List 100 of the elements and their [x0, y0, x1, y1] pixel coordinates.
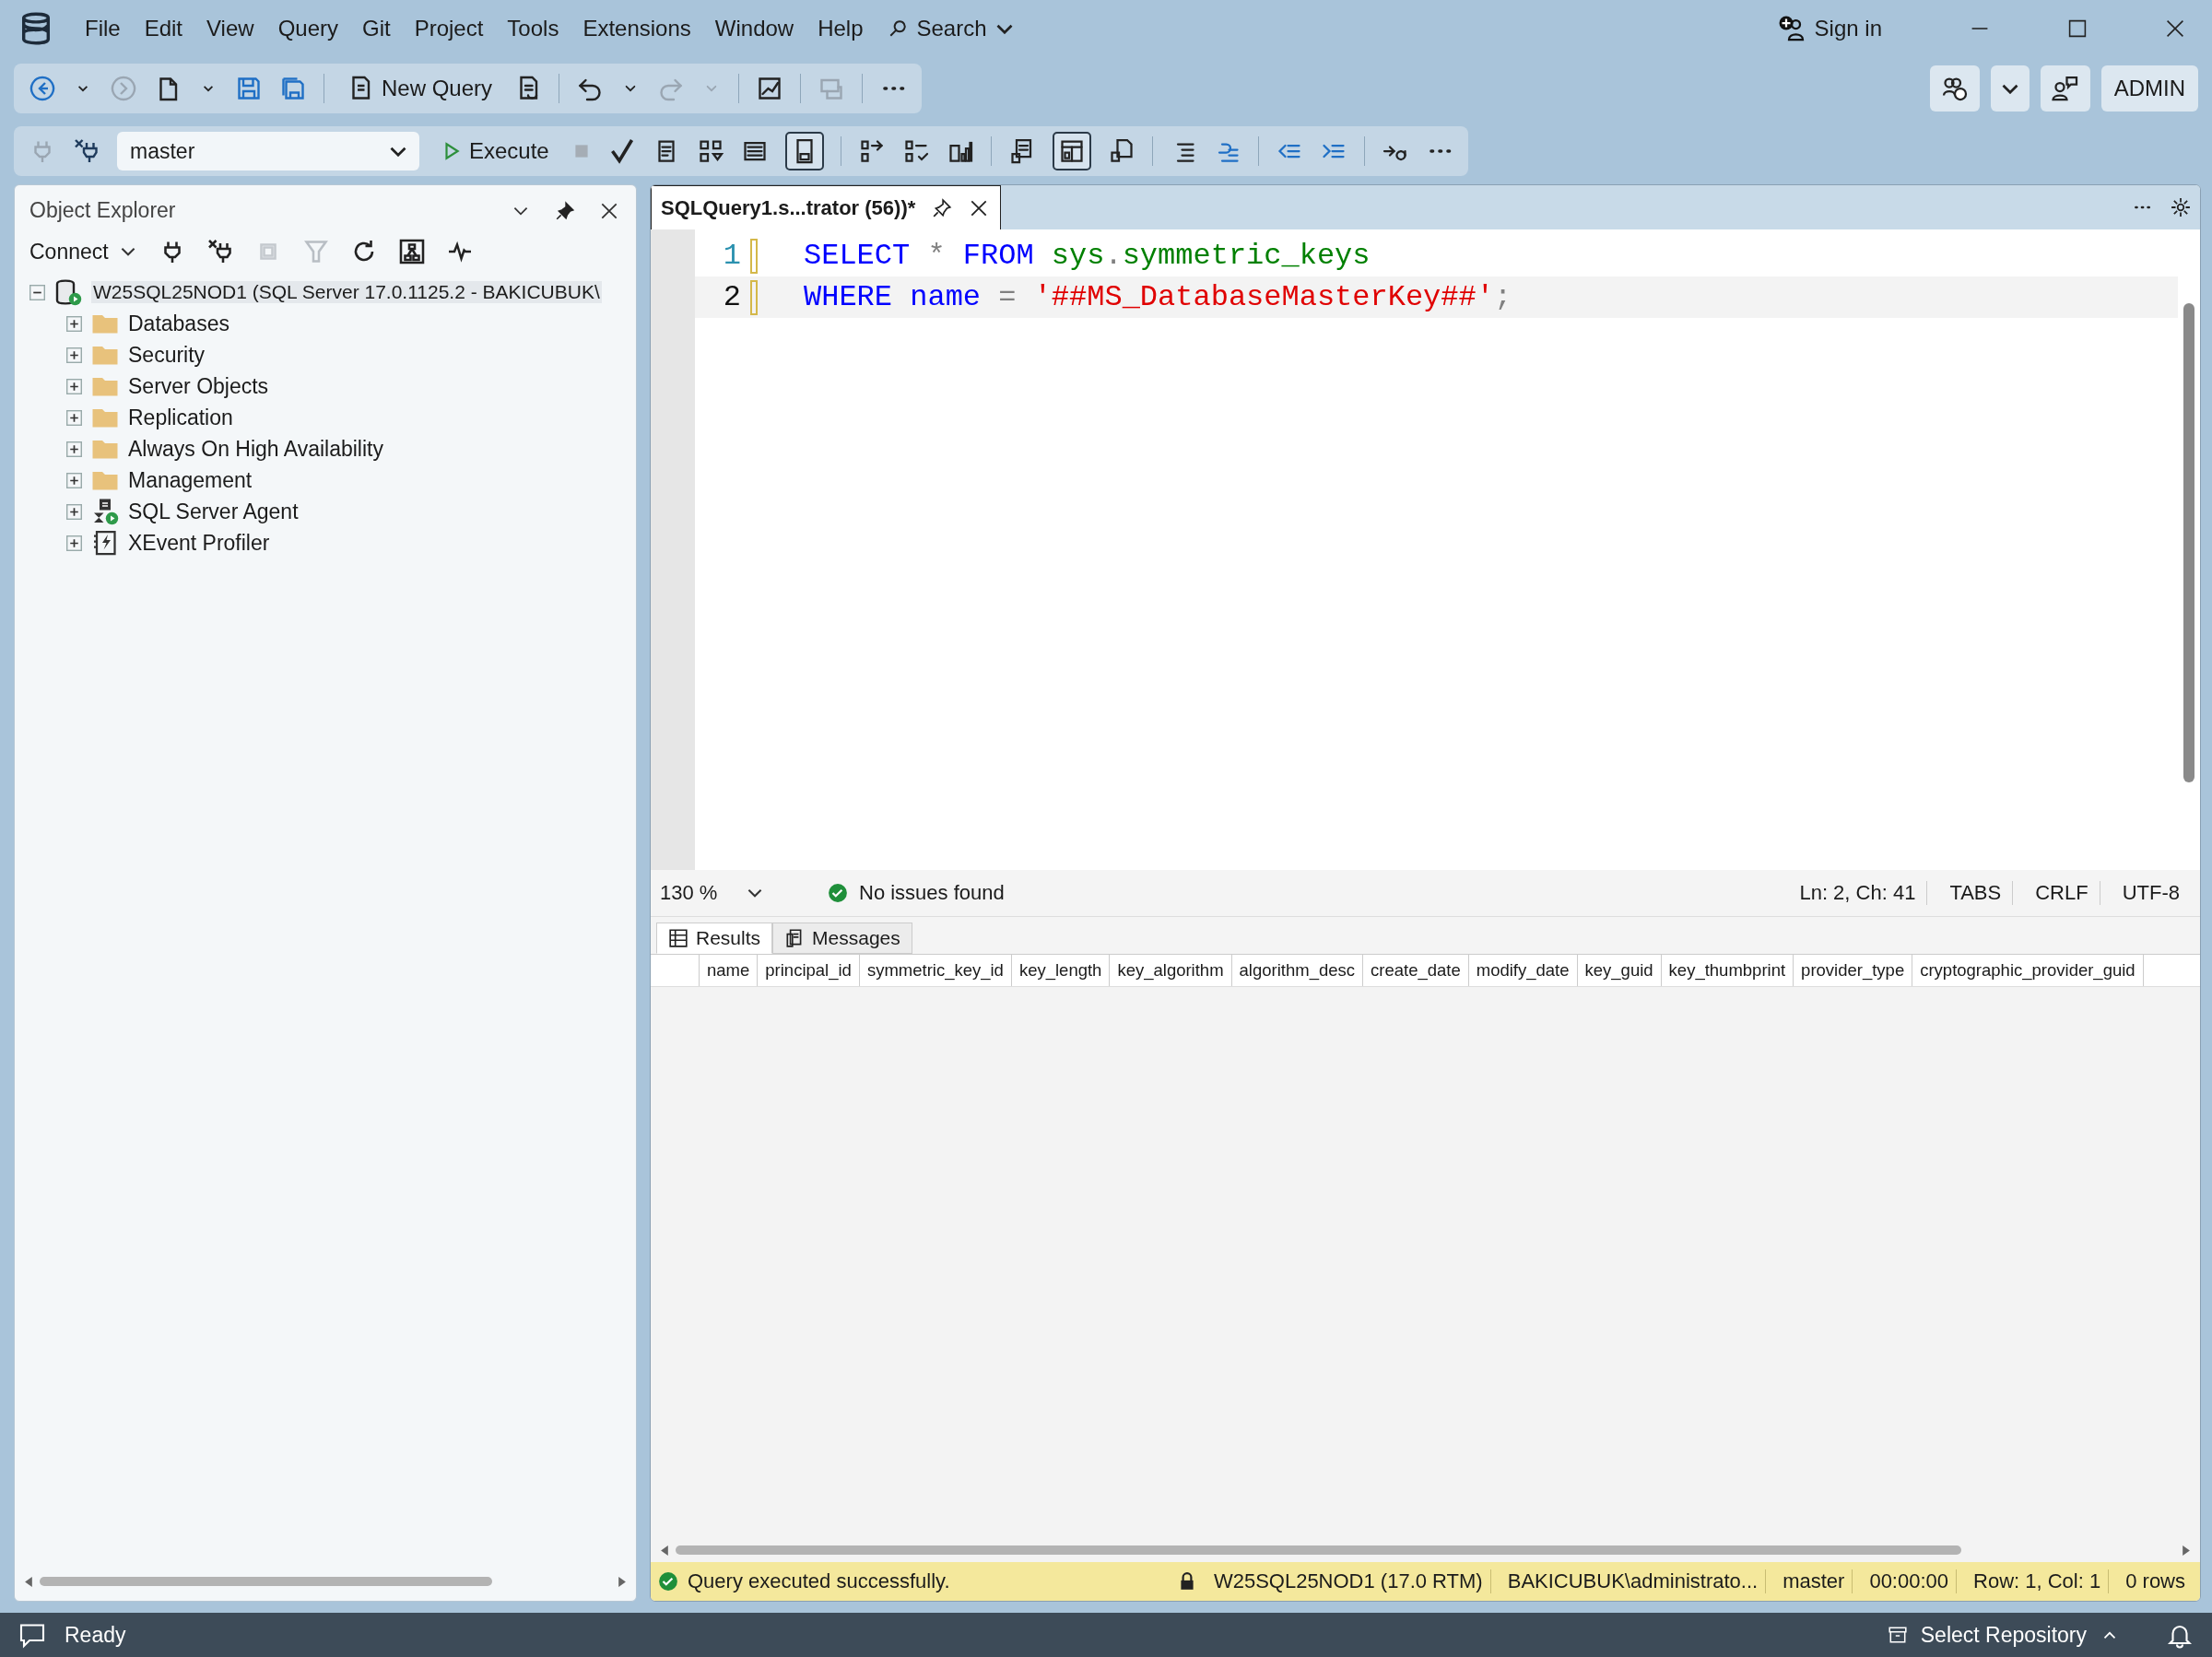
expander-icon[interactable]	[66, 535, 82, 551]
tree-item[interactable]: SQL Server Agent	[128, 499, 299, 524]
dropdown-button[interactable]	[1990, 65, 2030, 112]
column-header[interactable]: key_length	[1011, 955, 1111, 986]
server-icon	[54, 278, 82, 306]
save-all-icon[interactable]	[279, 75, 307, 102]
menu-item[interactable]: Tools	[507, 16, 559, 41]
add-user-icon	[1777, 15, 1806, 42]
menu-item[interactable]: Help	[818, 16, 864, 41]
panel-title: Object Explorer	[29, 198, 176, 223]
tree-item[interactable]: Management	[128, 467, 253, 493]
diagram-icon[interactable]	[397, 238, 426, 265]
menu-item[interactable]: Project	[414, 16, 484, 41]
encoding[interactable]: UTF-8	[2111, 881, 2191, 905]
menu-item[interactable]: File	[85, 16, 121, 41]
tree-item[interactable]: Security	[128, 342, 206, 368]
column-header[interactable]: provider_type	[1794, 955, 1913, 986]
success-icon	[658, 1571, 678, 1592]
expander-icon[interactable]	[66, 315, 82, 332]
menu-item[interactable]: Edit	[144, 16, 183, 41]
column-header[interactable]: cryptographic_provider_guid	[1912, 955, 2144, 986]
feedback-button[interactable]	[2040, 65, 2090, 112]
scroll-left-icon[interactable]	[24, 1576, 34, 1587]
change-connection-icon[interactable]	[73, 137, 100, 165]
tree-item[interactable]: Server Objects	[128, 373, 269, 399]
expander-icon[interactable]	[66, 503, 82, 520]
people-icon	[1940, 75, 1969, 102]
caret-icon	[390, 146, 406, 157]
cursor-info: Row: 1, Col: 1	[1966, 1569, 2110, 1593]
save-icon[interactable]	[235, 75, 263, 102]
column-header[interactable]: symmetric_key_id	[859, 955, 1012, 986]
results-tab[interactable]: Results	[656, 923, 773, 954]
scroll-right-icon[interactable]	[617, 1576, 627, 1587]
results-file-icon[interactable]	[784, 132, 824, 170]
tree-item[interactable]: W25SQL25NOD1 (SQL Server 17.0.1125.2 - BAKICUBUK\	[91, 281, 602, 303]
expander-icon[interactable]	[66, 347, 82, 363]
expander-icon[interactable]	[29, 284, 45, 300]
database-info: master	[1775, 1569, 1853, 1593]
column-header[interactable]: key_thumbprint	[1661, 955, 1794, 986]
back-icon[interactable]	[29, 75, 56, 102]
expander-icon[interactable]	[66, 441, 82, 457]
results-tab[interactable]: Messages	[772, 923, 912, 954]
issues-status[interactable]: No issues found	[859, 881, 1005, 905]
disconnect-icon[interactable]	[206, 238, 234, 265]
user-info: BAKICUBUK\administrato...	[1500, 1569, 1767, 1593]
profiler-icon	[91, 529, 119, 557]
line-number: 2	[722, 280, 741, 314]
pin-icon[interactable]	[555, 200, 575, 221]
query-status-message: Query executed successfully.	[688, 1569, 950, 1593]
expander-icon[interactable]	[66, 409, 82, 426]
menu-item[interactable]: Extensions	[582, 16, 691, 41]
line-endings[interactable]: CRLF	[2024, 881, 2100, 905]
code-line[interactable]: WHERE name = '##MS_DatabaseMasterKey##';	[804, 280, 1512, 314]
menu-item[interactable]: Git	[362, 16, 391, 41]
search-button[interactable]: Search	[887, 16, 1013, 41]
menu-item[interactable]: Window	[714, 16, 794, 41]
caret-icon	[2001, 83, 2018, 94]
close-icon[interactable]	[2164, 18, 2186, 40]
scroll-left-icon[interactable]	[660, 1545, 670, 1556]
expander-icon[interactable]	[66, 472, 82, 488]
column-header[interactable]: create_date	[1363, 955, 1469, 986]
settings-icon[interactable]	[2171, 197, 2191, 217]
expander-icon[interactable]	[66, 378, 82, 394]
notification-icon[interactable]	[18, 1621, 46, 1649]
scroll-right-icon[interactable]	[2181, 1545, 2191, 1556]
tree-item[interactable]: XEvent Profiler	[128, 530, 270, 556]
tree-item[interactable]: Always On High Availability	[128, 436, 383, 462]
person-chat-icon	[2051, 75, 2079, 102]
zoom-dropdown[interactable]: 130 %	[660, 881, 780, 905]
maximize-icon[interactable]	[2066, 18, 2088, 40]
column-header[interactable]: key_guid	[1577, 955, 1662, 986]
tree-item[interactable]: Databases	[128, 311, 229, 336]
status-text: Ready	[65, 1622, 126, 1648]
line-number: 1	[722, 239, 741, 273]
select-repository-button[interactable]: Select Repository	[1887, 1622, 2120, 1648]
results-to-grid-icon[interactable]	[1052, 132, 1091, 170]
menu-item[interactable]: View	[206, 16, 254, 41]
user-button[interactable]: ADMIN	[2100, 65, 2198, 112]
column-header[interactable]: key_algorithm	[1110, 955, 1232, 986]
indent-mode[interactable]: TABS	[1938, 881, 2014, 905]
new-query-button[interactable]: New Query	[341, 71, 499, 106]
database-dropdown[interactable]: master	[117, 132, 419, 170]
code-line[interactable]: SELECT * FROM sys.symmetric_keys	[804, 239, 1371, 273]
cursor-position[interactable]: Ln: 2, Ch: 41	[1788, 881, 1928, 905]
success-icon	[828, 883, 848, 903]
sign-in-button[interactable]: Sign in	[1777, 15, 1882, 42]
menu-item[interactable]: Query	[277, 16, 338, 41]
column-header[interactable]: modify_date	[1468, 955, 1578, 986]
caret-icon	[995, 23, 1013, 34]
archive-icon	[1887, 1625, 1908, 1645]
pin-icon[interactable]	[932, 197, 953, 218]
change-marker	[750, 238, 758, 274]
tree-item[interactable]: Replication	[128, 405, 233, 430]
column-header[interactable]: algorithm_desc	[1231, 955, 1364, 986]
editor-tab[interactable]: SQLQuery1.s...trator (56))*	[651, 185, 1002, 230]
connect-button[interactable]: Connect	[29, 239, 138, 264]
column-header[interactable]: name	[700, 955, 759, 986]
execute-button[interactable]: Execute	[436, 135, 555, 168]
live-share-button[interactable]	[1929, 65, 1980, 112]
column-header[interactable]: principal_id	[758, 955, 860, 986]
